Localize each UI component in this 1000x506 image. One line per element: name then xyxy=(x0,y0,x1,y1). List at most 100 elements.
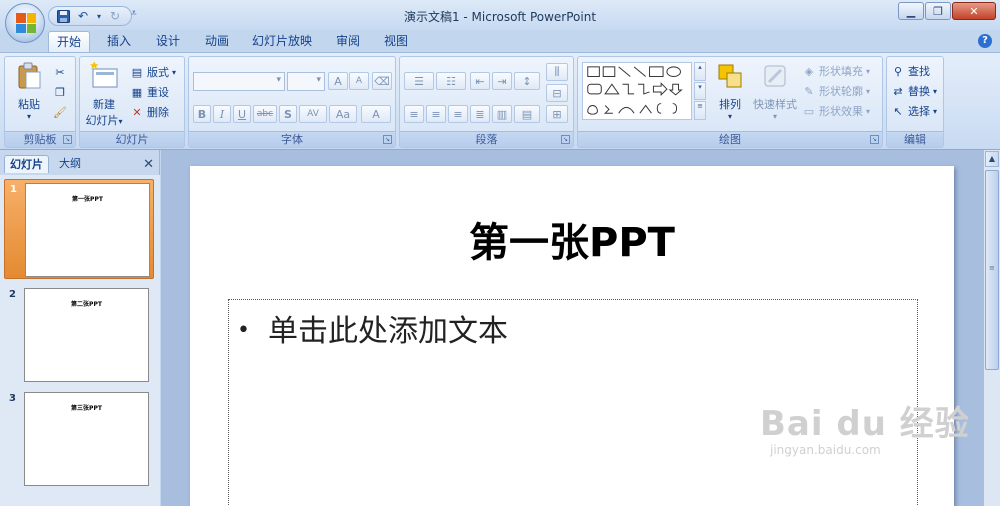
reset-icon: ▦ xyxy=(131,85,143,99)
office-logo-icon xyxy=(16,13,36,33)
brush-icon: 🖌 xyxy=(53,105,67,119)
paragraph-group: ☰ ☷ ⇤ ⇥ ↕ ⫼ ⊟ ⊞ ≡ ≡ ≡ ≣ ▥ ▤ 段落 ↘ xyxy=(399,56,574,148)
line-spacing-button[interactable]: ↕ xyxy=(514,72,540,90)
slide-canvas[interactable]: 第一张PPT • 单击此处添加文本 xyxy=(190,166,954,506)
format-painter-button[interactable]: 🖌 xyxy=(53,103,67,121)
slide-thumbnail[interactable]: 1 第一张PPT xyxy=(4,179,154,279)
shapes-gallery[interactable] xyxy=(582,62,692,120)
drawing-group-label: 绘图 xyxy=(578,131,882,147)
underline-button[interactable]: U xyxy=(233,105,251,123)
paragraph-launcher-icon[interactable]: ↘ xyxy=(561,135,570,144)
tab-insert[interactable]: 插入 xyxy=(98,31,140,52)
help-icon[interactable]: ? xyxy=(978,34,992,48)
font-size-combo[interactable] xyxy=(287,72,325,91)
copy-button[interactable]: ❐ xyxy=(53,83,67,101)
select-button[interactable]: ↖ 选择 ▾ xyxy=(891,102,937,120)
gallery-down-button[interactable]: ▾ xyxy=(694,81,706,101)
drawing-launcher-icon[interactable]: ↘ xyxy=(870,135,879,144)
gallery-up-button[interactable]: ▴ xyxy=(694,62,706,81)
close-panel-icon[interactable]: ✕ xyxy=(143,157,154,172)
slide-number: 3 xyxy=(9,393,16,404)
gallery-more-button[interactable]: ≡ xyxy=(694,101,706,121)
bold-button[interactable]: B xyxy=(193,105,211,123)
cut-button[interactable]: ✂ xyxy=(53,63,67,81)
paste-dropdown-icon[interactable]: ▾ xyxy=(9,112,49,121)
outdent-icon: ⇤ xyxy=(475,74,485,88)
tab-home[interactable]: 开始 xyxy=(48,31,90,52)
font-color-button[interactable]: A xyxy=(361,105,391,123)
binoculars-icon: ⚲ xyxy=(893,64,903,78)
tab-design[interactable]: 设计 xyxy=(147,31,189,52)
character-spacing-button[interactable]: AV xyxy=(299,105,327,123)
layout-button[interactable]: ▤ 版式 ▾ xyxy=(130,63,176,81)
shape-fill-button[interactable]: ◈ 形状填充 ▾ xyxy=(802,62,870,80)
scroll-up-button[interactable]: ▲ xyxy=(985,151,999,167)
smartart-icon: ⊞ xyxy=(552,107,562,121)
clipboard-launcher-icon[interactable]: ↘ xyxy=(63,135,72,144)
strikethrough-button[interactable]: abc xyxy=(253,105,277,123)
find-button[interactable]: ⚲ 查找 xyxy=(891,62,930,80)
grow-font-button[interactable]: A xyxy=(328,72,348,90)
delete-slide-button[interactable]: ✕ 删除 xyxy=(130,103,169,121)
new-slide-button[interactable]: 新建 幻灯片▾ xyxy=(82,61,126,128)
font-name-combo[interactable] xyxy=(193,72,285,91)
new-slide-icon xyxy=(90,61,118,88)
align-right-button[interactable]: ≡ xyxy=(448,105,468,123)
shape-outline-button[interactable]: ✎ 形状轮廓 ▾ xyxy=(802,82,870,100)
align-text-button[interactable]: ⊟ xyxy=(546,84,568,102)
vertical-scrollbar[interactable]: ▲ ≡ xyxy=(983,150,1000,506)
tab-slide-show[interactable]: 幻灯片放映 xyxy=(247,31,317,52)
pen-icon: ✎ xyxy=(804,84,814,98)
tab-animations[interactable]: 动画 xyxy=(196,31,238,52)
office-button[interactable] xyxy=(5,3,45,43)
scrollbar-thumb[interactable]: ≡ xyxy=(985,170,999,370)
font-launcher-icon[interactable]: ↘ xyxy=(383,135,392,144)
tab-view[interactable]: 视图 xyxy=(375,31,417,52)
decrease-indent-button[interactable]: ⇤ xyxy=(470,72,490,90)
slide-thumbnail[interactable]: 3 第三张PPT xyxy=(4,389,154,489)
tab-review[interactable]: 审阅 xyxy=(327,31,369,52)
minimize-button[interactable]: ▁ xyxy=(898,2,924,20)
distributed-icon: ▥ xyxy=(496,107,508,121)
shrink-font-button[interactable]: A xyxy=(349,72,369,90)
clear-formatting-button[interactable]: ⌫ xyxy=(372,72,392,90)
align-text-icon: ⊟ xyxy=(552,86,562,100)
distributed-button[interactable]: ▥ xyxy=(492,105,512,123)
shape-effects-button[interactable]: ▭ 形状效果 ▾ xyxy=(802,102,870,120)
align-center-button[interactable]: ≡ xyxy=(426,105,446,123)
font-group-label: 字体 xyxy=(189,131,395,147)
slide-preview: 第一张PPT xyxy=(25,183,150,277)
italic-button[interactable]: I xyxy=(213,105,231,123)
tab-slides-panel[interactable]: 幻灯片 xyxy=(4,155,49,173)
text-shadow-button[interactable]: S xyxy=(279,105,297,123)
clear-format-icon: ⌫ xyxy=(374,74,390,88)
reset-button[interactable]: ▦ 重设 xyxy=(130,83,169,101)
line-spacing-icon: ↕ xyxy=(522,74,532,88)
replace-icon: ⇄ xyxy=(893,84,903,98)
close-button[interactable]: ✕ xyxy=(952,2,996,20)
slide-title[interactable]: 第一张PPT xyxy=(190,210,954,268)
change-case-button[interactable]: Aa xyxy=(329,105,357,123)
text-direction-button[interactable]: ⫼ xyxy=(546,63,568,81)
paste-button[interactable]: 粘贴 ▾ xyxy=(9,61,49,121)
arrange-button[interactable]: 排列 ▾ xyxy=(712,61,748,121)
replace-button[interactable]: ⇄ 替换 ▾ xyxy=(891,82,937,100)
title-bar: ↶ ▾ ↻ ⩡ 演示文稿1 - Microsoft PowerPoint ▁ ❐… xyxy=(0,0,1000,30)
new-slide-dropdown-icon[interactable]: ▾ xyxy=(118,117,122,126)
ribbon: 粘贴 ▾ ✂ ❐ 🖌 剪贴板 ↘ 新建 幻灯片▾ ▤ 版式 ▾ ▦ 重设 ✕ 删除 幻灯… xyxy=(0,52,1000,150)
restore-button[interactable]: ❐ xyxy=(925,2,951,20)
tab-outline-panel[interactable]: 大纲 xyxy=(54,155,86,173)
scissors-icon: ✂ xyxy=(55,65,65,79)
content-placeholder[interactable]: • 单击此处添加文本 xyxy=(228,299,918,506)
align-left-button[interactable]: ≡ xyxy=(404,105,424,123)
columns-button[interactable]: ▤ xyxy=(514,105,540,123)
quick-styles-button[interactable]: 快速样式 ▾ xyxy=(750,61,800,121)
slide-thumbnail[interactable]: 2 第二张PPT xyxy=(4,285,154,385)
justify-button[interactable]: ≣ xyxy=(470,105,490,123)
text-direction-icon: ⫼ xyxy=(554,65,560,78)
bullets-button[interactable]: ☰ xyxy=(404,72,434,90)
numbering-button[interactable]: ☷ xyxy=(436,72,466,90)
increase-indent-button[interactable]: ⇥ xyxy=(492,72,512,90)
smartart-button[interactable]: ⊞ xyxy=(546,105,568,123)
shapes-gallery-scroll: ▴ ▾ ≡ xyxy=(694,62,706,121)
